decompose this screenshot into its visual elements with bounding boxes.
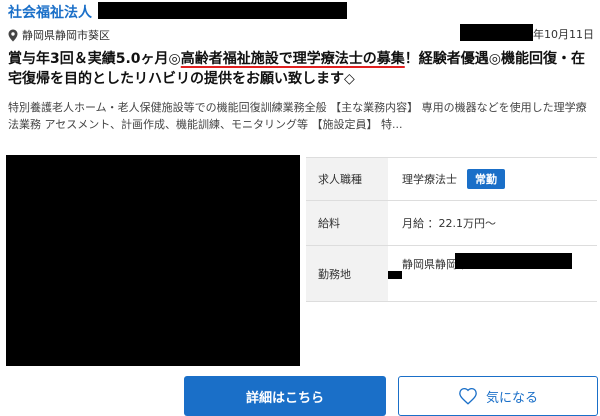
redacted-address-1 [455,253,572,269]
title-part-1: 賞与年3回＆実績5.0ヶ月◎ [8,51,181,67]
redacted-photo [6,155,300,366]
location: 静岡県静岡市葵区 [8,27,110,43]
job-details-table: 求人職種 理学療法士 常勤 給料 月給 ：22.1万円〜 勤務地 静岡県静岡市 [306,157,597,302]
map-pin-icon [8,29,18,41]
job-description: 特別養護老人ホーム・老人保健施設等での機能回復訓練業務全般 【主な業務内容】 専… [8,101,587,131]
favorite-button[interactable]: 気になる [398,376,598,416]
redacted-date [460,24,533,41]
job-type-cell: 理学療法士 常勤 [388,158,597,200]
details-row-job-type: 求人職種 理学療法士 常勤 [306,158,597,201]
favorite-label: 気になる [485,390,538,406]
posted-date: 年10月11日 [533,28,594,41]
salary-label: 給料 [306,201,388,245]
details-row-salary: 給料 月給 ：22.1万円〜 [306,201,597,246]
organization-name[interactable]: 社会福祉法人 [8,2,92,22]
redacted-address-2 [388,271,402,279]
employment-type-badge: 常勤 [467,169,505,189]
redacted-organization [98,2,347,19]
workplace-label: 勤務地 [306,246,388,301]
job-type-value: 理学療法士 [402,173,457,186]
title-highlight: 高齢者福祉施設で理学療法士の募集 [180,51,405,67]
location-text: 静岡県静岡市葵区 [22,29,110,42]
job-title[interactable]: 賞与年3回＆実績5.0ヶ月◎高齢者福祉施設で理学療法士の募集！経験者優遇◎機能回… [8,49,594,89]
heart-icon [459,387,477,405]
details-button[interactable]: 詳細はこちら [184,376,386,416]
job-type-label: 求人職種 [306,158,388,200]
salary-value: 月給 ：22.1万円〜 [402,217,496,230]
